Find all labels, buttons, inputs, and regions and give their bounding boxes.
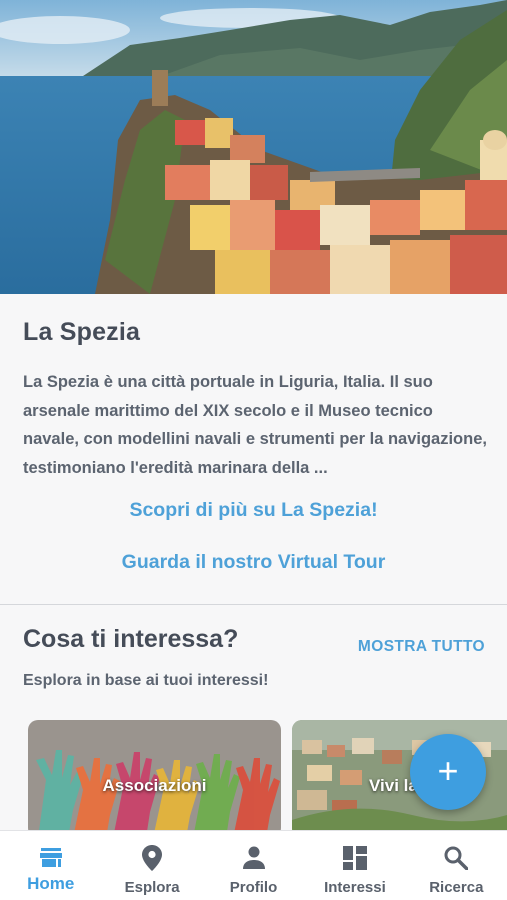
city-description: La Spezia è una città portuale in Liguri…	[23, 373, 487, 477]
nav-label: Profilo	[229, 879, 278, 896]
nav-label: Interessi	[324, 879, 386, 896]
interests-subtitle: Esplora in base ai tuoi interessi!	[23, 672, 269, 689]
nav-label: Ricerca	[429, 879, 484, 896]
nav-label: Esplora	[124, 879, 180, 896]
hero-image	[0, 0, 507, 294]
section-divider	[0, 604, 507, 605]
interests-title: Cosa ti interessa?	[23, 625, 239, 653]
interest-card-label: Associazioni	[102, 776, 207, 795]
nav-item-home[interactable]: Home	[0, 831, 101, 900]
city-title: La Spezia	[23, 318, 141, 346]
nav-item-interessi[interactable]: Interessi	[304, 831, 405, 900]
plus-icon: +	[437, 749, 459, 791]
person-icon	[242, 845, 266, 871]
nav-item-esplora[interactable]: Esplora	[101, 831, 202, 900]
interest-card-associazioni[interactable]: Associazioni	[28, 720, 281, 838]
city-info-section: La Spezia La Spezia è una città portuale…	[0, 294, 507, 605]
show-all-button[interactable]: MOSTRA TUTTO	[358, 638, 485, 656]
dashboard-icon	[342, 845, 367, 871]
location-pin-icon	[142, 845, 163, 871]
nav-item-ricerca[interactable]: Ricerca	[406, 831, 507, 900]
search-icon	[444, 845, 469, 871]
nav-label: Home	[27, 874, 75, 893]
store-icon	[39, 845, 63, 871]
bottom-navigation: Home Esplora Profilo Interessi Ricerca	[0, 830, 507, 900]
learn-more-link[interactable]: Scopri di più su La Spezia!	[0, 499, 507, 522]
virtual-tour-link[interactable]: Guarda il nostro Virtual Tour	[0, 551, 507, 574]
nav-item-profilo[interactable]: Profilo	[203, 831, 304, 900]
add-button[interactable]: +	[410, 734, 486, 810]
